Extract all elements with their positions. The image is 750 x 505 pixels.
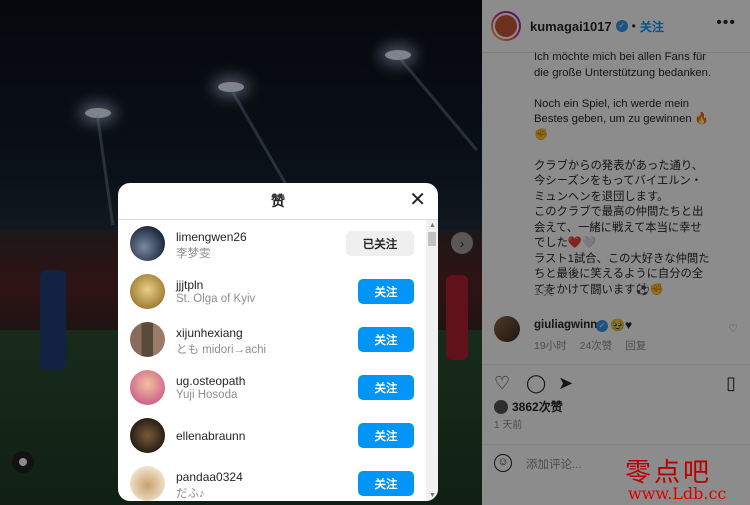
follow-button[interactable]: 关注 <box>358 279 414 304</box>
full-name: とも midori→achi <box>176 344 267 356</box>
list-item: pandaa0324 だふ♪ 关注 <box>118 460 424 501</box>
dialog-header: 赞 ✕ <box>118 183 438 220</box>
likes-dialog: 赞 ✕ limengwen26 李梦雯 已关注 jjjtpln St. Olga… <box>118 183 438 501</box>
list-item: ellenabraunn 关注 <box>118 412 424 460</box>
following-button[interactable]: 已关注 <box>346 231 414 256</box>
full-name: Yuji Hosoda <box>176 389 238 401</box>
scrollbar-thumb[interactable] <box>428 232 436 246</box>
scrollbar[interactable]: ▲ ▼ <box>426 220 438 501</box>
list-item: ug.osteopath Yuji Hosoda 关注 <box>118 364 424 412</box>
dialog-title: 赞 <box>271 193 285 209</box>
username[interactable]: limengwen26 <box>176 230 247 244</box>
full-name: だふ♪ <box>176 488 205 500</box>
follow-button[interactable]: 关注 <box>358 327 414 352</box>
avatar[interactable] <box>130 370 165 405</box>
follow-button[interactable]: 关注 <box>358 423 414 448</box>
avatar[interactable] <box>130 418 165 453</box>
follow-button[interactable]: 关注 <box>358 471 414 496</box>
list-item: xijunhexiang とも midori→achi 关注 <box>118 316 424 364</box>
username[interactable]: ug.osteopath <box>176 374 245 388</box>
username[interactable]: jjjtpln <box>176 278 203 292</box>
username[interactable]: xijunhexiang <box>176 326 243 340</box>
username[interactable]: ellenabraunn <box>176 429 245 443</box>
scroll-up-icon[interactable]: ▲ <box>429 222 436 229</box>
avatar[interactable] <box>130 274 165 309</box>
avatar[interactable] <box>130 466 165 501</box>
full-name: 李梦雯 <box>176 248 211 260</box>
avatar[interactable] <box>130 226 165 261</box>
scroll-down-icon[interactable]: ▼ <box>429 492 436 499</box>
likers-list: limengwen26 李梦雯 已关注 jjjtpln St. Olga of … <box>118 220 424 501</box>
list-item: limengwen26 李梦雯 已关注 <box>118 220 424 268</box>
close-icon[interactable]: ✕ <box>409 190 426 210</box>
watermark-url: www.Ldb.cc <box>628 484 727 503</box>
follow-button[interactable]: 关注 <box>358 375 414 400</box>
avatar[interactable] <box>130 322 165 357</box>
list-item: jjjtpln St. Olga of Kyiv 关注 <box>118 268 424 316</box>
username[interactable]: pandaa0324 <box>176 470 243 484</box>
full-name: St. Olga of Kyiv <box>176 293 256 305</box>
